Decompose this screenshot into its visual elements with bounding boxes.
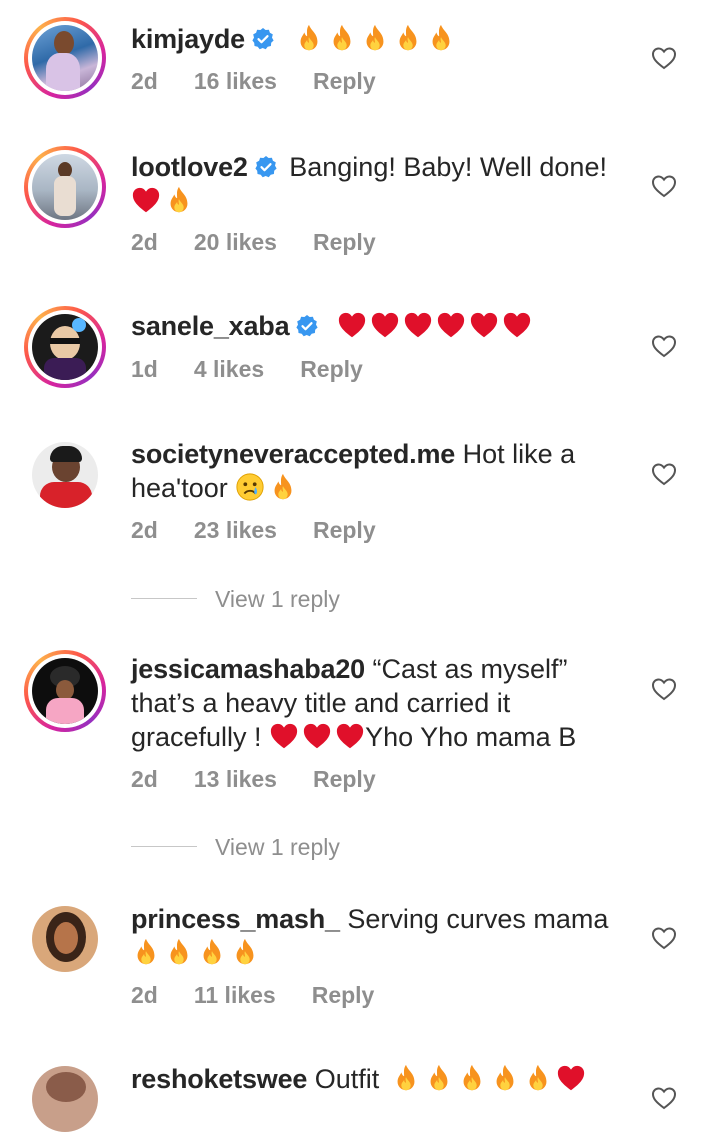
fire-emoji-icon [490,1063,520,1093]
username[interactable]: societyneveraccepted.me [131,439,455,469]
fire-emoji-icon [523,1063,553,1093]
fire-emoji-icon [426,23,456,53]
comment-text: Yho Yho mama B [365,722,577,752]
fire-emoji-icon [131,937,161,967]
comment-text: “Cast as myself” [372,654,568,684]
fire-emoji-icon [457,1063,487,1093]
like-count[interactable]: 11 likes [194,982,276,1009]
avatar[interactable] [24,306,106,388]
like-heart-icon[interactable] [651,1086,677,1110]
like-count[interactable]: 23 likes [194,517,277,544]
like-heart-icon[interactable] [651,334,677,358]
view-replies-label: View 1 reply [215,586,340,612]
comment-text: Hot like a [462,439,576,469]
fire-emoji-icon [197,937,227,967]
heart-emoji-icon [337,310,367,340]
reply-button[interactable]: Reply [300,356,363,383]
avatar[interactable] [24,650,106,732]
comment-age: 2d [131,229,158,255]
comment-age: 2d [131,517,158,543]
username[interactable]: jessicamashaba20 [131,654,365,684]
comment-age: 1d [131,356,158,382]
fire-emoji-icon [393,23,423,53]
username[interactable]: lootlove2 [131,152,248,182]
comment-text: that’s a heavy title and carried it [131,688,511,718]
emoji-group [294,24,459,54]
avatar[interactable] [24,1058,106,1140]
reply-button[interactable]: Reply [312,982,375,1009]
like-count[interactable]: 4 likes [194,356,264,383]
heart-emoji-icon [335,721,365,751]
fire-emoji-icon [294,23,324,53]
heart-emoji-icon [403,310,433,340]
comment-age: 2d [131,766,158,792]
emoji-group [337,311,535,341]
comment-text: Serving curves mama [347,904,609,934]
reply-button[interactable]: Reply [313,229,376,256]
heart-emoji-icon [556,1063,586,1093]
comment-text: gracefully ! [131,722,262,752]
avatar[interactable] [24,898,106,980]
comment-text: Outfit [314,1064,380,1094]
view-replies-button[interactable]: View 1 reply [131,586,340,613]
view-replies-button[interactable]: View 1 reply [131,834,340,861]
reply-button[interactable]: Reply [313,766,376,793]
username[interactable]: princess_mash_ [131,904,340,934]
username[interactable]: kimjayde [131,24,245,54]
fire-emoji-icon [164,937,194,967]
comment-text: Banging! Baby! Well done! [289,152,607,182]
crying-face-emoji-icon [235,472,265,502]
comment-age: 2d [131,68,158,94]
like-count[interactable]: 16 likes [194,68,277,95]
fire-emoji-icon [360,23,390,53]
like-count[interactable]: 20 likes [194,229,277,256]
like-heart-icon[interactable] [651,174,677,198]
like-heart-icon[interactable] [651,46,677,70]
fire-emoji-icon [268,472,298,502]
avatar[interactable] [24,434,106,516]
comment-age: 2d [131,982,158,1008]
emoji-group [391,1064,589,1094]
reply-button[interactable]: Reply [313,517,376,544]
verified-badge-icon [254,155,278,179]
fire-emoji-icon [230,937,260,967]
like-heart-icon[interactable] [651,462,677,486]
view-replies-label: View 1 reply [215,834,340,860]
heart-emoji-icon [302,721,332,751]
heart-emoji-icon [269,721,299,751]
heart-emoji-icon [370,310,400,340]
verified-badge-icon [251,27,275,51]
heart-emoji-icon [469,310,499,340]
avatar[interactable] [24,17,106,99]
heart-emoji-icon [436,310,466,340]
fire-emoji-icon [424,1063,454,1093]
divider-line [131,598,197,599]
like-count[interactable]: 13 likes [194,766,277,793]
like-heart-icon[interactable] [651,677,677,701]
fire-emoji-icon [391,1063,421,1093]
heart-emoji-icon [502,310,532,340]
avatar[interactable] [24,146,106,228]
comment-text: hea'toor [131,473,228,503]
username[interactable]: sanele_xaba [131,311,290,341]
fire-emoji-icon [164,185,194,215]
heart-emoji-icon [131,185,161,215]
divider-line [131,846,197,847]
reply-button[interactable]: Reply [313,68,376,95]
fire-emoji-icon [327,23,357,53]
like-heart-icon[interactable] [651,926,677,950]
username[interactable]: reshoketswee [131,1064,307,1094]
verified-badge-icon [295,314,319,338]
